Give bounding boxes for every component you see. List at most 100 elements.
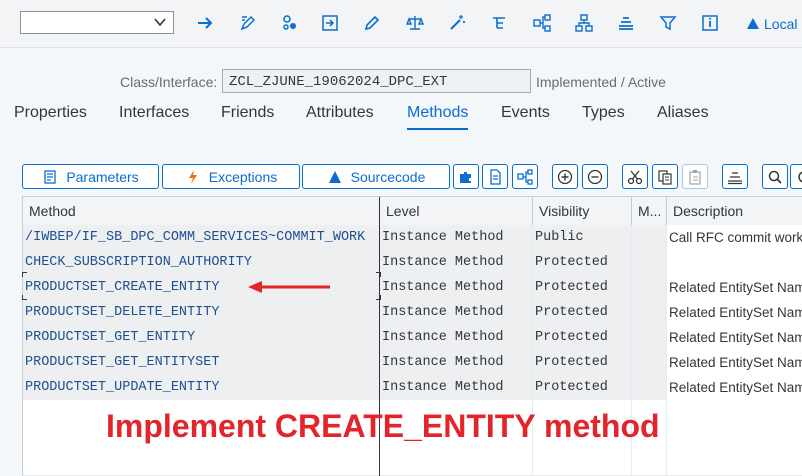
visibility-cell[interactable]: Protected — [533, 250, 632, 275]
exceptions-button[interactable]: Exceptions — [162, 164, 300, 189]
level-cell[interactable]: Instance Method — [380, 375, 533, 400]
table-row[interactable]: PRODUCTSET_GET_ENTITY Instance Method Pr… — [23, 325, 802, 351]
table-row[interactable]: PRODUCTSET_GET_ENTITYSET Instance Method… — [23, 350, 802, 376]
table-row-selected[interactable]: PRODUCTSET_CREATE_ENTITY Instance Method… — [23, 275, 802, 301]
tab-methods[interactable]: Methods — [407, 104, 469, 130]
column-header-level[interactable]: Level — [380, 197, 533, 225]
level-cell[interactable]: Instance Method — [380, 225, 533, 250]
selection-corner — [22, 295, 27, 300]
triangle-icon — [747, 18, 759, 29]
search-button[interactable] — [762, 164, 788, 189]
balance-icon[interactable] — [405, 13, 425, 33]
detail-view-button[interactable] — [453, 164, 479, 189]
sort-button[interactable] — [722, 164, 748, 189]
flow-icon — [517, 168, 533, 185]
tab-events[interactable]: Events — [501, 104, 550, 122]
modeled-cell[interactable] — [632, 275, 667, 300]
class-interface-field[interactable]: ZCL_ZJUNE_19062024_DPC_EXT — [222, 69, 531, 93]
align-icon — [728, 171, 742, 184]
description-cell[interactable] — [667, 250, 802, 275]
command-combobox[interactable] — [20, 11, 174, 34]
table-header: Method Level Visibility M... Description — [23, 197, 802, 226]
table-row[interactable]: PRODUCTSET_DELETE_ENTITY Instance Method… — [23, 300, 802, 326]
puzzle-icon — [460, 171, 471, 183]
object-list-icon[interactable] — [280, 13, 300, 33]
info-icon[interactable] — [700, 13, 720, 33]
sourcecode-label: Sourcecode — [350, 168, 426, 185]
sourcecode-button[interactable]: Sourcecode — [302, 164, 450, 189]
modeled-cell[interactable] — [632, 300, 667, 325]
empty-row[interactable] — [23, 450, 802, 476]
search-next-button[interactable] — [790, 164, 802, 189]
cut-button[interactable] — [622, 164, 648, 189]
column-header-visibility[interactable]: Visibility — [533, 197, 632, 225]
method-cell[interactable]: PRODUCTSET_GET_ENTITY — [23, 325, 380, 350]
description-cell[interactable]: Related EntitySet Name — [667, 275, 802, 300]
modeled-cell[interactable] — [632, 250, 667, 275]
delete-row-button[interactable] — [582, 164, 608, 189]
modeled-cell[interactable] — [632, 325, 667, 350]
stack-icon[interactable] — [616, 13, 636, 33]
tab-aliases[interactable]: Aliases — [657, 104, 709, 122]
tab-types[interactable]: Types — [582, 104, 625, 122]
class-status: Implemented / Active — [536, 74, 666, 90]
tab-interfaces[interactable]: Interfaces — [119, 104, 189, 122]
tab-attributes[interactable]: Attributes — [306, 104, 374, 122]
modeled-cell[interactable] — [632, 375, 667, 400]
parameters-button[interactable]: Parameters — [22, 164, 159, 189]
edit-display-icon[interactable] — [238, 13, 258, 33]
filter-icon[interactable] — [658, 13, 678, 33]
parameters-icon — [44, 169, 56, 184]
method-cell[interactable]: PRODUCTSET_GET_ENTITYSET — [23, 350, 380, 375]
method-cell[interactable]: /IWBEP/IF_SB_DPC_COMM_SERVICES~COMMIT_WO… — [23, 225, 380, 250]
column-header-description[interactable]: Description — [667, 197, 802, 225]
hierarchy-icon[interactable] — [490, 13, 510, 33]
arrow-right-icon[interactable] — [195, 13, 215, 33]
search-next-icon — [798, 171, 802, 182]
column-header-method[interactable]: Method — [23, 197, 380, 225]
tab-properties[interactable]: Properties — [14, 104, 87, 122]
column-header-m[interactable]: M... — [632, 197, 667, 225]
visibility-cell[interactable]: Protected — [533, 375, 632, 400]
visibility-cell[interactable]: Protected — [533, 300, 632, 325]
table-row[interactable]: CHECK_SUBSCRIPTION_AUTHORITY Instance Me… — [23, 250, 802, 276]
visibility-cell[interactable]: Protected — [533, 350, 632, 375]
main-toolbar: Local — [0, 0, 802, 48]
description-cell[interactable]: Related EntitySet Name — [667, 300, 802, 325]
level-cell[interactable]: Instance Method — [380, 300, 533, 325]
where-used-icon[interactable] — [320, 13, 340, 33]
flow-icon[interactable] — [532, 13, 552, 33]
level-cell[interactable]: Instance Method — [380, 325, 533, 350]
copy-button[interactable] — [652, 164, 678, 189]
local-menu[interactable]: Local — [746, 14, 797, 34]
class-interface-label: Class/Interface: — [120, 74, 218, 90]
modeled-cell[interactable] — [632, 225, 667, 250]
visibility-cell[interactable]: Protected — [533, 275, 632, 300]
description-cell[interactable]: Related EntitySet Name — [667, 325, 802, 350]
org-chart-icon[interactable] — [574, 13, 594, 33]
description-cell[interactable]: Related EntitySet Name — [667, 350, 802, 375]
level-cell[interactable]: Instance Method — [380, 350, 533, 375]
level-cell[interactable]: Instance Method — [380, 250, 533, 275]
visibility-cell[interactable]: Public — [533, 225, 632, 250]
table-row[interactable]: /IWBEP/IF_SB_DPC_COMM_SERVICES~COMMIT_WO… — [23, 225, 802, 251]
tab-friends[interactable]: Friends — [221, 104, 274, 122]
method-cell[interactable]: PRODUCTSET_DELETE_ENTITY — [23, 300, 380, 325]
document-button[interactable] — [482, 164, 508, 189]
table-row[interactable]: PRODUCTSET_UPDATE_ENTITY Instance Method… — [23, 375, 802, 401]
navigation-button[interactable] — [512, 164, 538, 189]
annotation-text: Implement CREATE_ENTITY method — [106, 408, 660, 444]
visibility-cell[interactable]: Protected — [533, 325, 632, 350]
description-cell[interactable]: Call RFC commit work — [667, 225, 802, 250]
method-cell[interactable]: PRODUCTSET_UPDATE_ENTITY — [23, 375, 380, 400]
method-cell[interactable]: CHECK_SUBSCRIPTION_AUTHORITY — [23, 250, 380, 275]
insert-row-button[interactable] — [552, 164, 578, 189]
level-cell[interactable]: Instance Method — [380, 275, 533, 300]
magic-wand-icon[interactable] — [447, 13, 467, 33]
chevron-down-icon[interactable] — [153, 14, 167, 30]
search-icon — [768, 170, 782, 184]
modeled-cell[interactable] — [632, 350, 667, 375]
pencil-icon[interactable] — [362, 13, 382, 33]
paste-button[interactable] — [682, 164, 708, 189]
description-cell[interactable]: Related EntitySet Name — [667, 375, 802, 400]
